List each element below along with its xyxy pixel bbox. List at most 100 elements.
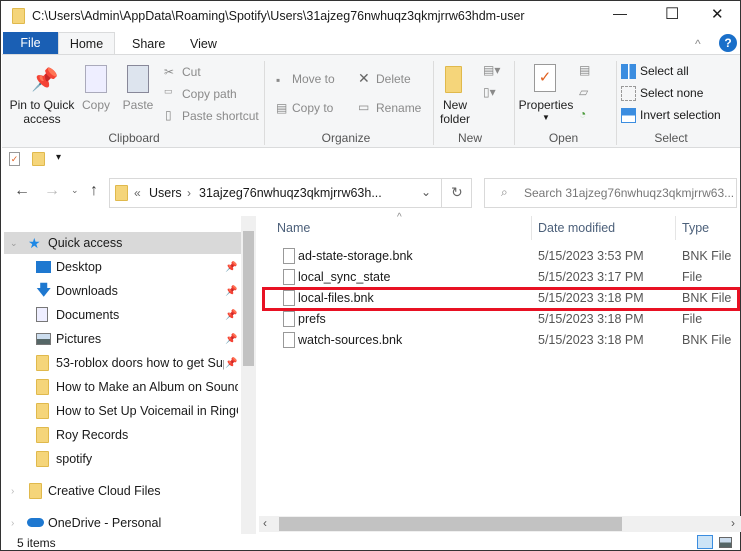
help-icon[interactable]: ? (719, 34, 737, 52)
breadcrumb-current[interactable]: 31ajzeg76nwhuqz3qkmjrrw63h... (199, 186, 382, 200)
item-label: local_sync_state (298, 270, 391, 284)
file-icon (283, 248, 295, 264)
customize-qat-icon[interactable]: ▾ (56, 152, 61, 163)
easy-access-icon[interactable]: ▯▾ (483, 85, 496, 99)
collapse-ribbon-icon[interactable]: ^ (695, 37, 701, 51)
new-folder-button[interactable]: New folder (435, 98, 475, 126)
desktop-icon (36, 261, 51, 273)
file-icon (283, 269, 295, 285)
new-folder-qat-icon[interactable] (32, 152, 45, 166)
rename-button[interactable]: Rename (376, 101, 421, 115)
pin-icon[interactable]: 📌 (225, 286, 237, 297)
scroll-left-icon[interactable]: ‹ (263, 516, 267, 530)
paste-button[interactable]: Paste (120, 98, 156, 112)
column-date-modified[interactable]: Date modified (538, 221, 615, 235)
address-overflow[interactable]: « (134, 186, 141, 200)
item-label: prefs (298, 312, 326, 326)
pin-icon[interactable]: 📌 (225, 262, 237, 273)
nav-desktop[interactable]: Desktop 📌 (1, 256, 239, 278)
paste-shortcut-icon: ▯ (165, 108, 172, 122)
nav-pictures[interactable]: Pictures 📌 (1, 328, 239, 350)
file-row[interactable]: watch-sources.bnk 5/15/2023 3:18 PM BNK Fi… (263, 330, 739, 351)
back-icon[interactable]: ← (14, 182, 30, 200)
tab-file[interactable]: File (3, 32, 58, 54)
window-title: C:\Users\Admin\AppData\Roaming\Spotify\U… (32, 9, 525, 23)
folder-icon (36, 355, 49, 371)
pictures-icon (36, 333, 51, 345)
file-row[interactable]: prefs 5/15/2023 3:18 PM File (263, 309, 739, 330)
divider (675, 216, 676, 240)
item-label: How to Make an Album on SoundCloud (56, 380, 238, 394)
file-row[interactable]: local_sync_state 5/15/2023 3:17 PM File (263, 267, 739, 288)
nav-onedrive[interactable]: › OneDrive - Personal (1, 512, 239, 534)
delete-button[interactable]: Delete (376, 72, 411, 86)
tab-share[interactable]: Share (132, 37, 165, 51)
nav-documents[interactable]: Documents 📌 (1, 304, 239, 326)
breadcrumb-users[interactable]: Users (149, 186, 182, 200)
item-label: Pictures (56, 332, 102, 346)
address-dropdown-icon[interactable]: ⌄ (421, 185, 431, 199)
nav-label: Quick access (48, 236, 123, 250)
column-type[interactable]: Type (682, 221, 709, 235)
item-label: Downloads (56, 284, 118, 298)
nav-folder[interactable]: Roy Records (1, 424, 239, 446)
pin-to-quick-access-button[interactable]: Pin to Quick access (6, 98, 78, 126)
tab-home[interactable]: Home (58, 32, 115, 55)
divider (441, 179, 442, 207)
column-name[interactable]: Name (277, 221, 310, 235)
recent-locations-icon[interactable]: ⌄ (71, 185, 79, 196)
forward-icon[interactable]: → (44, 182, 60, 200)
edit-icon[interactable]: ▱ (579, 85, 588, 99)
star-icon: ★ (28, 234, 41, 251)
nav-folder[interactable]: 53-roblox doors how to get Sup 📌 (1, 352, 239, 374)
select-all-icon (621, 64, 636, 79)
item-label: Roy Records (56, 428, 129, 442)
select-none-button[interactable]: Select none (640, 86, 703, 100)
paste-icon (127, 65, 149, 93)
paste-shortcut-button[interactable]: Paste shortcut (182, 109, 259, 123)
invert-selection-button[interactable]: Invert selection (640, 108, 721, 122)
item-label: Documents (56, 308, 120, 322)
pin-icon: 📌 (31, 67, 59, 92)
creative-cloud-icon (29, 483, 42, 499)
pin-icon[interactable]: 📌 (225, 334, 237, 345)
nav-folder[interactable]: How to Make an Album on SoundCloud (1, 376, 239, 398)
sort-indicator-icon: ^ (397, 212, 402, 223)
properties-button[interactable]: Properties (516, 98, 576, 112)
open-icon[interactable]: ▤ (579, 63, 590, 77)
copy-to-button[interactable]: Copy to (292, 101, 333, 115)
details-view-icon[interactable] (697, 535, 713, 549)
file-row[interactable]: ad-state-storage.bnk 5/15/2023 3:53 PM BNK… (263, 246, 739, 267)
up-icon[interactable]: ↑ (90, 182, 98, 200)
copy-button[interactable]: Copy (79, 98, 113, 112)
select-all-button[interactable]: Select all (640, 64, 689, 78)
nav-creative-cloud[interactable]: › Creative Cloud Files (1, 480, 239, 502)
nav-folder[interactable]: spotify (1, 448, 239, 470)
highlight-box (262, 287, 740, 311)
folder-icon (36, 403, 49, 419)
minimize-button[interactable]: — (613, 5, 627, 21)
search-input[interactable]: Search 31ajzeg76nwhuqz3qkmjrrw63... (524, 186, 734, 200)
scroll-right-icon[interactable]: › (731, 516, 735, 530)
move-to-button[interactable]: Move to (292, 72, 335, 86)
large-icons-view-icon[interactable] (719, 537, 732, 548)
search-icon: ⌕ (501, 185, 508, 199)
close-button[interactable]: ✕ (711, 5, 724, 23)
horizontal-scrollbar-thumb[interactable] (279, 517, 622, 531)
pin-icon[interactable]: 📌 (225, 310, 237, 321)
tab-view[interactable]: View (190, 37, 217, 51)
nav-downloads[interactable]: 🡇 Downloads 📌 (1, 280, 239, 302)
refresh-icon[interactable]: ↻ (451, 184, 463, 201)
history-icon[interactable]: ◔ (579, 107, 586, 121)
maximize-button[interactable]: ☐ (665, 4, 679, 24)
nav-quick-access[interactable]: ⌄ ★ Quick access (4, 232, 241, 254)
item-label: Creative Cloud Files (48, 484, 161, 498)
copy-path-button[interactable]: Copy path (182, 87, 237, 101)
new-item-icon[interactable]: ▤▾ (483, 63, 500, 77)
cut-button[interactable]: Cut (182, 65, 201, 79)
pin-icon[interactable]: 📌 (225, 358, 237, 369)
nav-folder[interactable]: How to Set Up Voicemail in RingCentral (1, 400, 239, 422)
properties-qat-icon[interactable]: ✓ (9, 152, 20, 166)
properties-dropdown-icon[interactable]: ▼ (542, 113, 550, 122)
nav-scrollbar-thumb[interactable] (243, 231, 254, 366)
